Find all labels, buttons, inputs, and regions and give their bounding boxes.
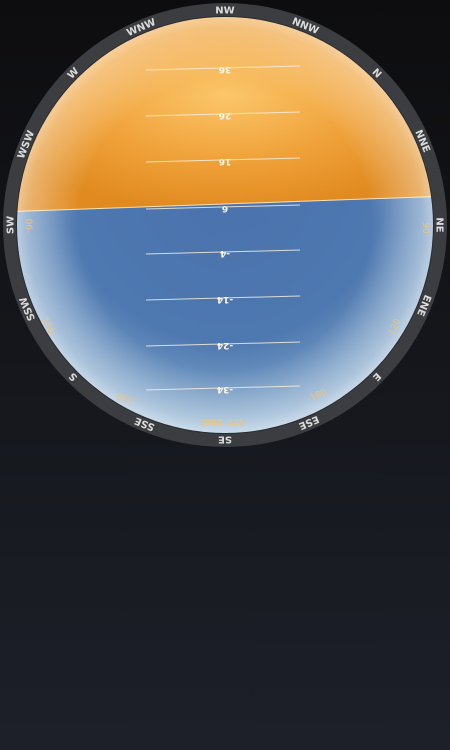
compass-label-se: SE — [218, 434, 232, 445]
pitch-label: 6 — [222, 203, 228, 213]
pitch-label: 26 — [219, 110, 232, 120]
pitch-label: 16 — [219, 156, 232, 166]
attitude-compass-instrument: 3626166-4-14-24-34 06-150--18015012090 N… — [3, 3, 447, 447]
pitch-label: -14 — [217, 294, 233, 304]
pitch-label: -34 — [217, 384, 233, 394]
attitude-dial: 3626166-4-14-24-34 06-150--18015012090 — [17, 17, 433, 433]
pitch-label: 36 — [219, 64, 232, 74]
heading-readout: -177 SSW2 — [201, 416, 250, 426]
ring-number: 90 — [420, 222, 430, 234]
screen: 36 26 16 6 -4 -14 -24 -34 06- 150- -180 150 120 90 N… — [0, 0, 450, 750]
glass-highlight — [17, 17, 433, 433]
compass-label-ne: NE — [434, 217, 445, 232]
ring-number: 06- — [23, 219, 33, 234]
compass-label-sw: SW — [6, 216, 17, 234]
compass-label-nw: NW — [215, 6, 234, 17]
pitch-label: -4 — [220, 248, 230, 258]
pitch-label: -24 — [217, 340, 233, 350]
